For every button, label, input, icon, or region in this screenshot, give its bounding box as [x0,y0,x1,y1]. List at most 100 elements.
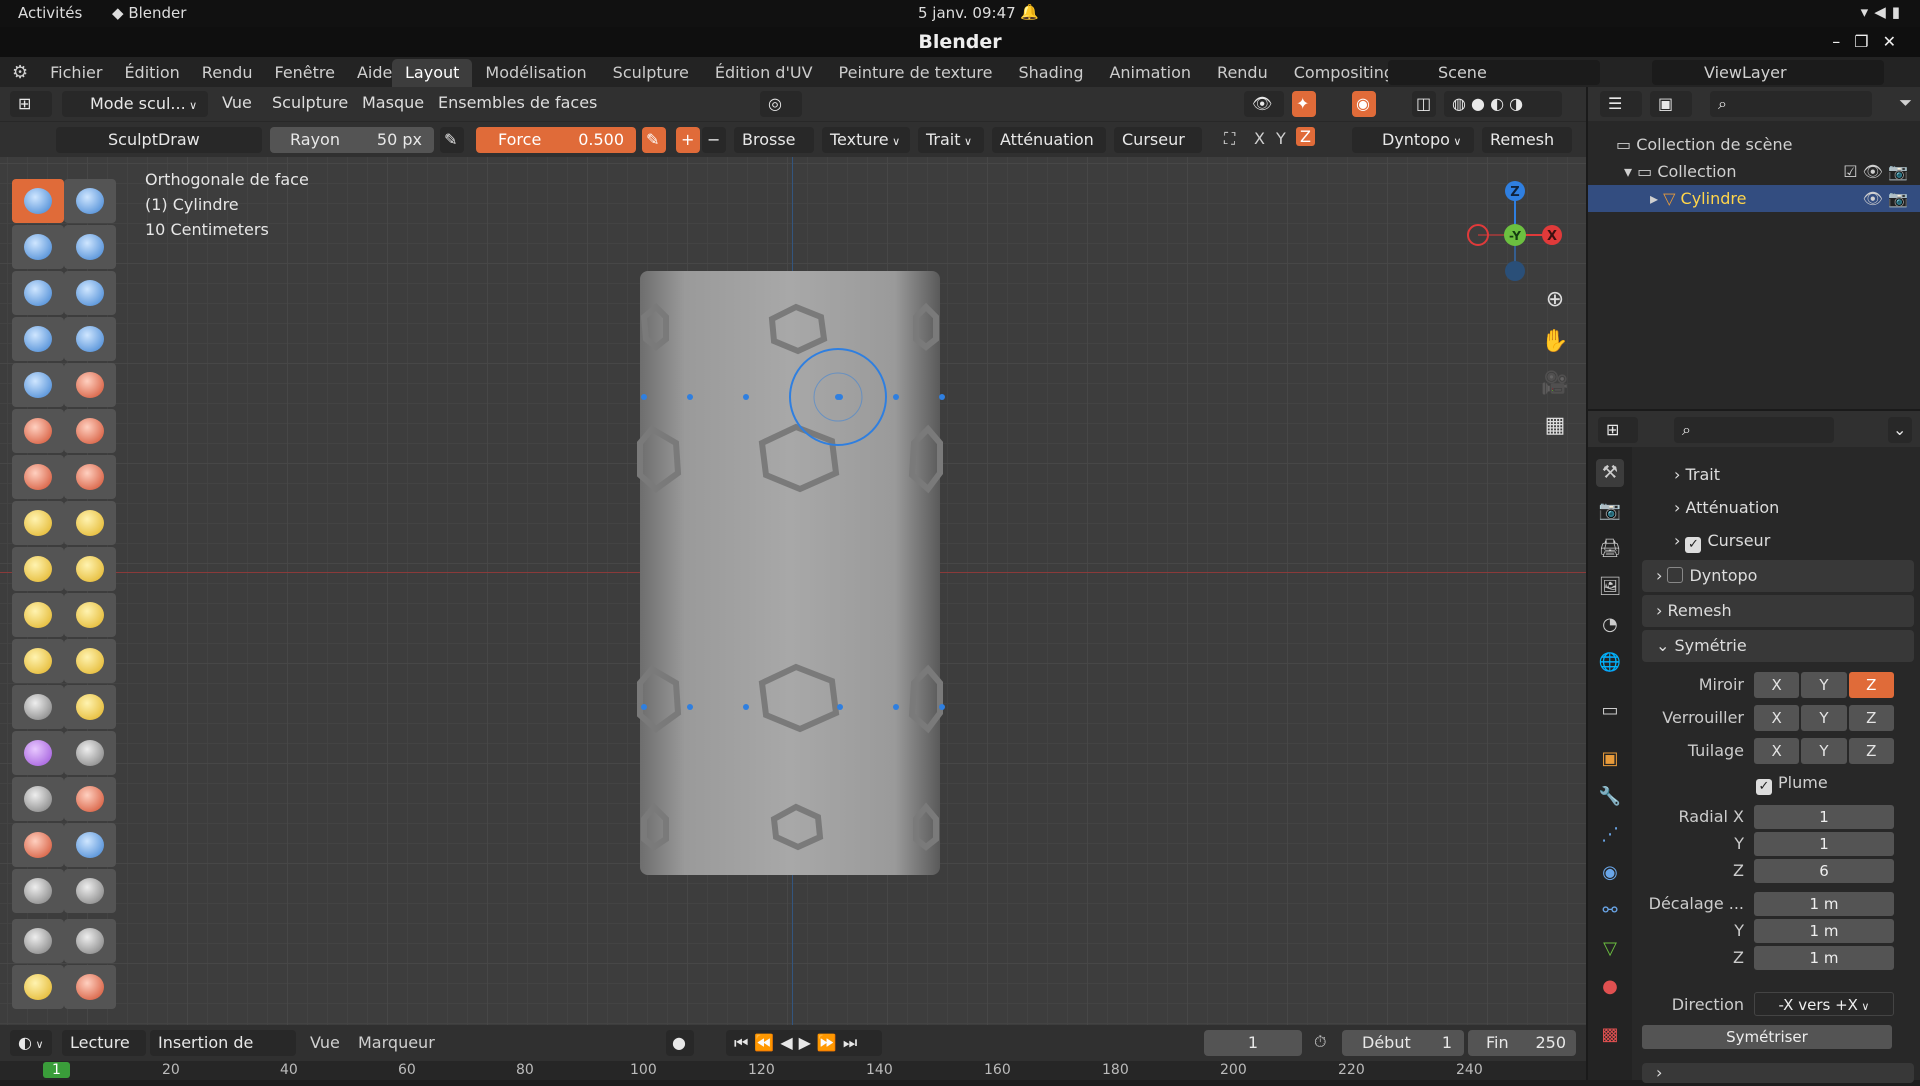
constraints-tab-icon[interactable]: ⚯ [1596,897,1624,925]
attenuation-section[interactable]: › Atténuation [1642,492,1914,524]
tab-layout[interactable]: Layout [392,59,473,87]
force-field[interactable]: Force 0.500 [476,127,636,153]
trait-dropdown[interactable]: Trait [918,127,984,153]
navigation-gizmo[interactable]: Z X -Y [1460,167,1580,287]
display-mode-icon[interactable]: ▣ [1650,91,1692,117]
subtract-direction-button[interactable]: − [702,127,726,153]
tool-clay-thumb[interactable] [12,271,64,315]
activities-button[interactable]: Activités [18,4,82,22]
material-tab-icon[interactable]: ● [1596,973,1624,1001]
menu-rendu[interactable]: Rendu [202,63,253,82]
particles-tab-icon[interactable]: ⋰ [1596,821,1624,849]
menu-aide[interactable]: Aide [357,63,392,82]
record-icon[interactable]: ● [666,1030,694,1056]
transform-orientation-icon[interactable]: ◎ [760,91,802,117]
blender-logo-icon[interactable]: ⚙ [12,62,28,83]
tool-fill[interactable] [64,409,116,453]
tool-scrape[interactable] [12,455,64,499]
verrouiller-x-button[interactable]: X [1754,705,1800,731]
tool-blob[interactable] [64,317,116,361]
shading-modes[interactable]: ◍ ● ◐ ◑ [1444,91,1562,117]
texture-dropdown[interactable]: Texture [822,127,910,153]
data-tab-icon[interactable]: ▽ [1596,935,1624,963]
tool-nudge[interactable] [12,639,64,683]
curseur-dropdown[interactable]: Curseur [1114,127,1202,153]
marqueur-menu[interactable]: Marqueur [358,1033,435,1052]
dyntopo-section[interactable]: › Dyntopo [1642,560,1914,592]
tab-edition-uv[interactable]: Édition d'UV [702,59,826,87]
tool-draw-face-sets[interactable] [64,777,116,821]
tuilage-z-button[interactable]: Z [1848,738,1894,764]
tool-rotate[interactable] [64,639,116,683]
tuilage-y-button[interactable]: Y [1801,738,1847,764]
menu-masque[interactable]: Masque [362,93,424,112]
tuilage-x-button[interactable]: X [1754,738,1800,764]
tool-layer[interactable] [64,271,116,315]
view-layer-tab-icon[interactable]: 🖼 [1596,573,1624,601]
visibility-icon[interactable]: 👁 [1244,91,1284,117]
menu-fichier[interactable]: Fichier [50,63,102,82]
insertion-cles-menu[interactable]: Insertion de clés [150,1030,296,1078]
brosse-dropdown[interactable]: Brosse [734,127,814,153]
tool-clay[interactable] [12,225,64,269]
world-tab-icon[interactable]: 🌐 [1596,649,1624,677]
add-direction-button[interactable]: + [676,127,700,153]
texture-tab-icon[interactable]: ▩ [1596,1021,1624,1049]
tab-sculpture[interactable]: Sculpture [600,59,702,87]
stopwatch-icon[interactable]: ⏱ [1314,1032,1326,1052]
brush-selector[interactable]: SculptDraw [56,127,262,153]
plume-checkbox[interactable]: ✓ [1756,779,1772,795]
timeline-editor-type[interactable]: ◐ [10,1030,52,1056]
frame-marker[interactable]: 1 [43,1062,70,1078]
tool-clay-strips[interactable] [64,225,116,269]
editor-type-button[interactable]: ⊞ [10,91,52,117]
remesh-section[interactable]: › Remesh [1642,595,1914,627]
tool-box-face-set[interactable] [64,919,116,963]
symetriser-button[interactable]: Symétriser [1642,1025,1892,1049]
collection-tab-icon[interactable]: ▭ [1596,697,1624,725]
attenuation-dropdown[interactable]: Atténuation [992,127,1106,153]
tool-draw[interactable] [12,179,64,223]
debut-field[interactable]: Début 1 [1342,1030,1464,1056]
menu-sculpture[interactable]: Sculpture [272,93,348,112]
lecture-menu[interactable]: Lecture [62,1030,146,1056]
tool-box-mask[interactable] [64,869,116,913]
overlay-toggle-icon[interactable]: ◉ [1352,91,1376,117]
tool-tab-icon[interactable]: ⚒ [1596,459,1624,487]
tool-smear[interactable] [12,869,64,913]
verrouiller-z-button[interactable]: Z [1848,705,1894,731]
view-layer-selector[interactable]: ViewLayer [1652,60,1884,85]
miroir-x-button[interactable]: X [1754,672,1800,698]
curseur-checkbox[interactable]: ✓ [1685,537,1702,553]
options-section[interactable]: › [1642,1063,1914,1083]
outliner-search[interactable]: ⌕ [1710,91,1872,117]
miroir-z-button[interactable]: Z [1848,672,1894,698]
close-icon[interactable]: ✕ [1883,32,1910,51]
tool-cloth[interactable] [12,731,64,775]
plume-option[interactable]: ✓ Plume [1756,773,1828,795]
camera-view-icon[interactable]: 🎥 [1538,367,1572,401]
radial-x-field[interactable]: 1 [1754,805,1894,829]
filter-icon[interactable]: ⏷ [1899,93,1912,113]
playback-controls[interactable]: ⏮⏪◀▶⏩⏭ [726,1030,882,1056]
tool-mask[interactable] [12,777,64,821]
tool-boundary[interactable] [64,685,116,729]
dyntopo-dropdown[interactable]: Dyntopo [1352,127,1474,153]
tool-draw-sharp[interactable] [64,179,116,223]
object-tab-icon[interactable]: ▣ [1596,745,1624,773]
perspective-grid-icon[interactable]: ▦ [1538,409,1572,443]
verrouiller-y-button[interactable]: Y [1801,705,1847,731]
tool-transform[interactable] [64,965,116,1009]
mirror-z-toggle[interactable]: Z [1296,127,1315,146]
modifier-tab-icon[interactable]: 🔧 [1596,783,1624,811]
scene-selector[interactable]: Scene [1388,60,1600,85]
tab-rendu[interactable]: Rendu [1204,59,1281,87]
object-toggles[interactable]: 👁 📷 [1863,185,1908,212]
pressure-force-icon[interactable]: ✎ [642,127,666,153]
menu-fenetre[interactable]: Fenêtre [274,63,335,82]
curseur-section[interactable]: › ✓ Curseur [1642,525,1914,557]
properties-options[interactable]: ⌄ [1888,417,1912,443]
menu-ensembles-faces[interactable]: Ensembles de faces [438,93,597,112]
3d-viewport[interactable]: Orthogonale de face (1) Cylindre 10 Cent… [0,157,1586,1025]
tool-pose[interactable] [64,593,116,637]
